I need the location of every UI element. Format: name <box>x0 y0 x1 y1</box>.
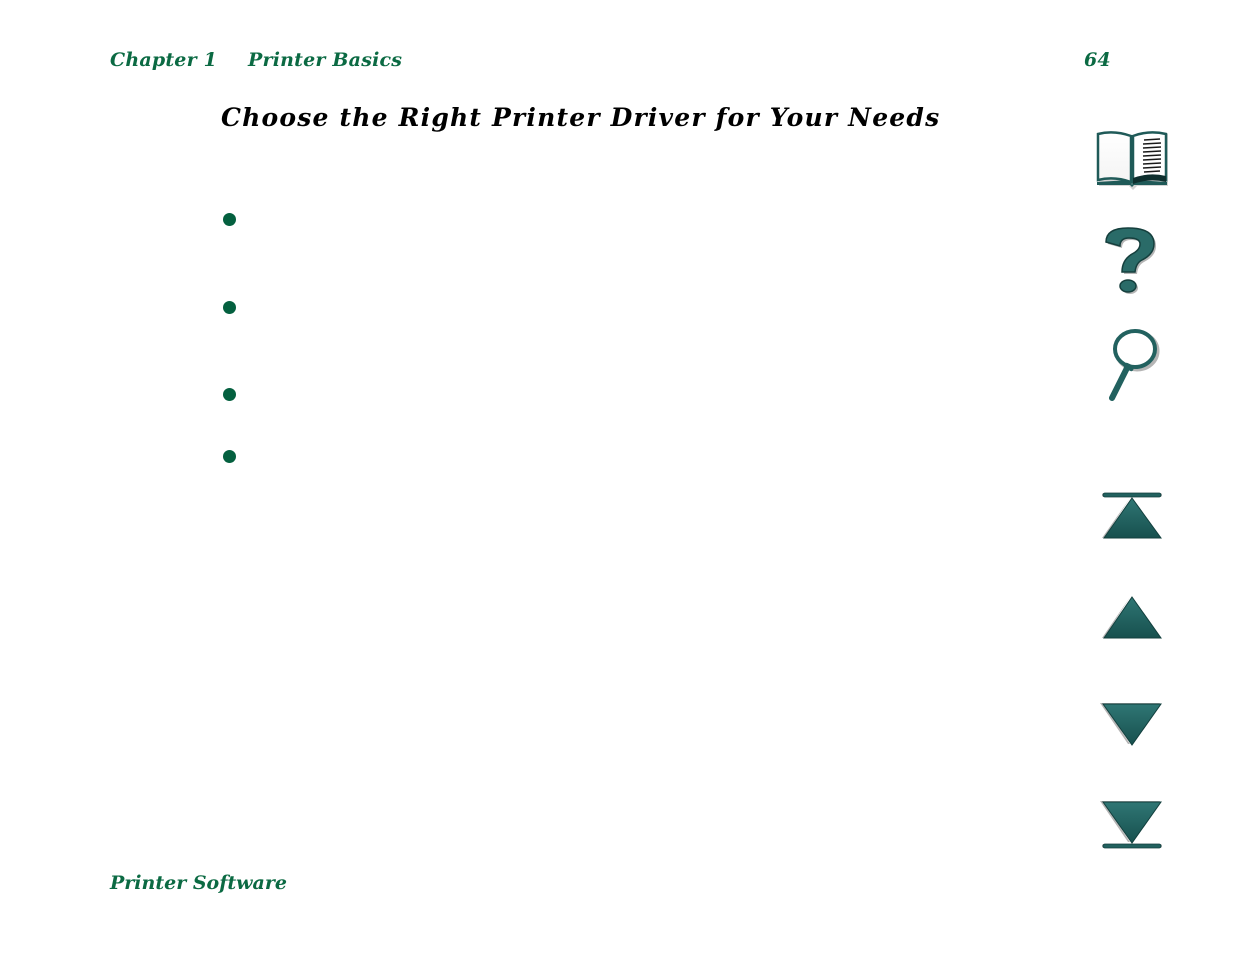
first-page-icon[interactable] <box>1098 490 1166 542</box>
section-label: Printer Basics <box>248 49 403 71</box>
page-number: 64 <box>1084 49 1111 71</box>
contents-book-icon[interactable] <box>1092 128 1172 190</box>
help-question-icon[interactable] <box>1100 224 1162 300</box>
previous-page-icon[interactable] <box>1098 594 1166 642</box>
search-magnifier-icon[interactable] <box>1102 328 1164 406</box>
bullet-marker <box>223 301 236 314</box>
bullet-marker <box>223 450 236 463</box>
bullet-marker <box>223 388 236 401</box>
chapter-label: Chapter 1 <box>110 49 218 71</box>
bullet-marker <box>223 213 236 226</box>
footer-section-label: Printer Software <box>110 872 287 894</box>
last-page-icon[interactable] <box>1098 798 1166 852</box>
next-page-icon[interactable] <box>1098 700 1166 748</box>
page-title: Choose the Right Printer Driver for Your… <box>221 103 941 132</box>
